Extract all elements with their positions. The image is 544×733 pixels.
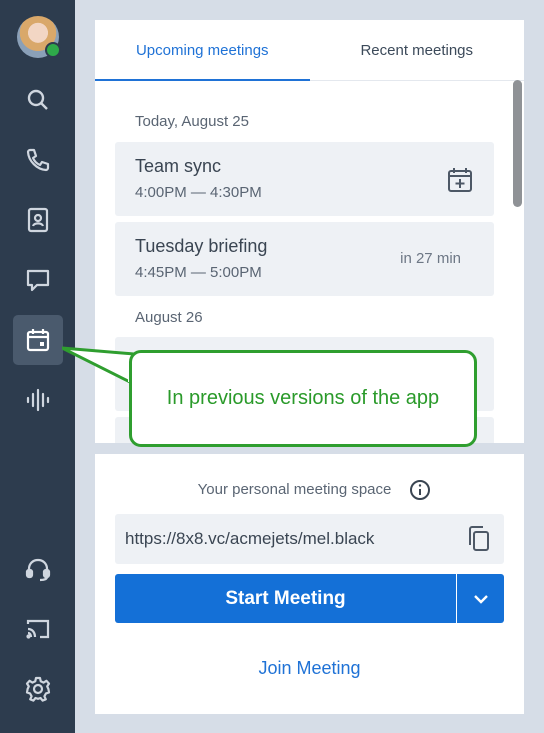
start-meeting-button[interactable]: Start Meeting xyxy=(115,574,456,623)
calendar-icon[interactable] xyxy=(13,315,63,365)
meeting-title: Tuesday briefing xyxy=(135,236,268,256)
meeting-card[interactable]: Team sync 4:00PM — 4:30PM xyxy=(115,142,494,216)
info-icon[interactable] xyxy=(409,479,431,501)
tab-upcoming-meetings[interactable]: Upcoming meetings xyxy=(95,20,310,81)
search-icon[interactable] xyxy=(13,75,63,125)
join-meeting-link[interactable]: Join Meeting xyxy=(95,658,524,679)
date-header-next: August 26 xyxy=(135,309,203,326)
callout-annotation: In previous versions of the app xyxy=(129,350,477,447)
contacts-icon[interactable] xyxy=(13,195,63,245)
cast-icon[interactable] xyxy=(13,604,63,654)
voicemail-icon[interactable] xyxy=(13,375,63,425)
headset-icon[interactable] xyxy=(13,544,63,594)
phone-icon[interactable] xyxy=(13,135,63,185)
avatar[interactable] xyxy=(17,16,61,58)
meetings-tabs: Upcoming meetings Recent meetings xyxy=(95,20,524,81)
meeting-link-field[interactable]: https://8x8.vc/acmejets/mel.black xyxy=(115,514,504,564)
meeting-time: 4:00PM — 4:30PM xyxy=(135,184,262,201)
copy-icon[interactable] xyxy=(466,525,492,553)
scrollbar[interactable] xyxy=(513,80,522,207)
callout-text: In previous versions of the app xyxy=(166,387,440,409)
personal-space-label-text: Your personal meeting space xyxy=(197,481,392,498)
meeting-countdown: in 27 min xyxy=(400,250,461,267)
start-meeting-options-button[interactable] xyxy=(457,574,504,623)
chevron-down-icon xyxy=(473,594,488,604)
add-to-calendar-icon[interactable] xyxy=(446,166,474,194)
meeting-title: Team sync xyxy=(135,156,222,176)
meeting-link-text: https://8x8.vc/acmejets/mel.black xyxy=(125,529,375,548)
presence-indicator xyxy=(45,42,61,58)
personal-space-panel: Your personal meeting space https://8x8.… xyxy=(95,454,524,714)
personal-space-label: Your personal meeting space xyxy=(95,481,524,498)
chat-icon[interactable] xyxy=(13,255,63,305)
meeting-card[interactable]: Tuesday briefing 4:45PM — 5:00PM in 27 m… xyxy=(115,222,494,296)
tab-recent-meetings[interactable]: Recent meetings xyxy=(310,20,525,80)
date-header-today: Today, August 25 xyxy=(135,113,249,130)
meeting-time: 4:45PM — 5:00PM xyxy=(135,264,262,281)
gear-icon[interactable] xyxy=(13,664,63,714)
